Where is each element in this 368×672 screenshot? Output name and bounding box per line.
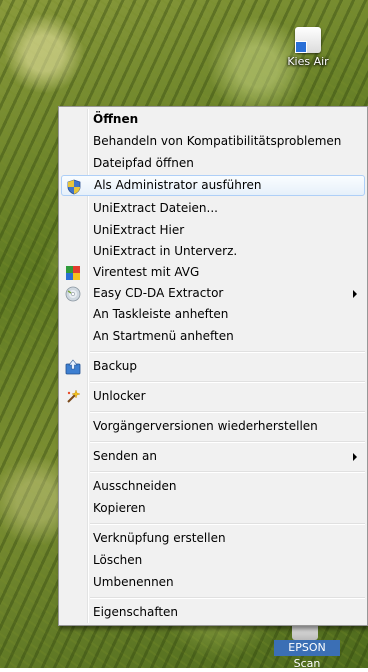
menu-item-label: Umbenennen [93, 575, 174, 589]
menu-item-easy-cd-da-extractor[interactable]: Easy CD-DA Extractor [61, 283, 365, 304]
menu-item-compatibility-troubleshoot[interactable]: Behandeln von Kompatibilitätsproblemen [61, 131, 365, 152]
menu-separator [90, 597, 365, 599]
menu-item-label: Backup [93, 359, 137, 373]
menu-item-uniextract-here[interactable]: UniExtract Hier [61, 220, 365, 241]
desktop-icon-label: Kies Air [287, 55, 329, 68]
uac-shield-icon [66, 179, 82, 195]
submenu-arrow-icon [353, 453, 357, 461]
desktop-icon-epson-scan[interactable]: EPSON Scan [274, 640, 340, 670]
menu-item-uniextract-files[interactable]: UniExtract Dateien... [61, 198, 365, 219]
menu-item-run-as-admin[interactable]: Als Administrator ausführen [61, 175, 365, 196]
menu-item-pin-taskbar[interactable]: An Taskleiste anheften [61, 304, 365, 325]
menu-item-properties[interactable]: Eigenschaften [61, 602, 365, 623]
menu-item-backup[interactable]: Backup [61, 356, 365, 377]
menu-item-label: An Taskleiste anheften [93, 307, 229, 321]
menu-item-label: Ausschneiden [93, 479, 177, 493]
menu-item-send-to[interactable]: Senden an [61, 446, 365, 467]
menu-item-label: Als Administrator ausführen [94, 178, 262, 192]
menu-item-label: Virentest mit AVG [93, 265, 200, 279]
menu-item-label: An Startmenü anheften [93, 329, 234, 343]
menu-item-label: UniExtract Dateien... [93, 201, 218, 215]
cd-icon [65, 286, 81, 302]
menu-item-create-shortcut[interactable]: Verknüpfung erstellen [61, 528, 365, 549]
menu-item-rename[interactable]: Umbenennen [61, 572, 365, 593]
menu-item-label: Löschen [93, 553, 143, 567]
menu-item-label: Eigenschaften [93, 605, 179, 619]
menu-item-cut[interactable]: Ausschneiden [61, 476, 365, 497]
menu-separator [90, 381, 365, 383]
kies-air-icon [295, 27, 321, 53]
menu-item-open[interactable]: Öffnen [61, 109, 365, 130]
menu-item-label: Behandeln von Kompatibilitätsproblemen [93, 134, 342, 148]
menu-item-avg-scan[interactable]: Virentest mit AVG [61, 262, 365, 283]
menu-separator [90, 471, 365, 473]
menu-item-open-file-location[interactable]: Dateipfad öffnen [61, 153, 365, 174]
menu-item-label: Easy CD-DA Extractor [93, 286, 224, 300]
context-menu: Öffnen Behandeln von Kompatibilitätsprob… [58, 106, 368, 626]
avg-icon [65, 265, 81, 281]
menu-item-unlocker[interactable]: Unlocker [61, 386, 365, 407]
menu-item-label: Unlocker [93, 389, 146, 403]
menu-separator [90, 523, 365, 525]
menu-item-label: Verknüpfung erstellen [93, 531, 226, 545]
menu-item-label: UniExtract Hier [93, 223, 185, 237]
menu-item-label: Dateipfad öffnen [93, 156, 194, 170]
menu-item-label: Senden an [93, 449, 157, 463]
menu-item-uniextract-subfolder[interactable]: UniExtract in Unterverz. [61, 241, 365, 262]
menu-separator [90, 441, 365, 443]
menu-item-label: Öffnen [93, 112, 139, 126]
backup-icon [65, 359, 81, 375]
desktop-icon-kies-air[interactable]: Kies Air [284, 27, 332, 68]
menu-item-label: UniExtract in Unterverz. [93, 244, 238, 258]
unlocker-wand-icon [65, 389, 81, 405]
submenu-arrow-icon [353, 290, 357, 298]
menu-separator [90, 351, 365, 353]
menu-item-label: Vorgängerversionen wiederherstellen [93, 419, 318, 433]
menu-item-restore-previous-versions[interactable]: Vorgängerversionen wiederherstellen [61, 416, 365, 437]
menu-separator [90, 411, 365, 413]
menu-item-label: Kopieren [93, 501, 146, 515]
menu-item-delete[interactable]: Löschen [61, 550, 365, 571]
menu-item-pin-start-menu[interactable]: An Startmenü anheften [61, 326, 365, 347]
menu-item-copy[interactable]: Kopieren [61, 498, 365, 519]
